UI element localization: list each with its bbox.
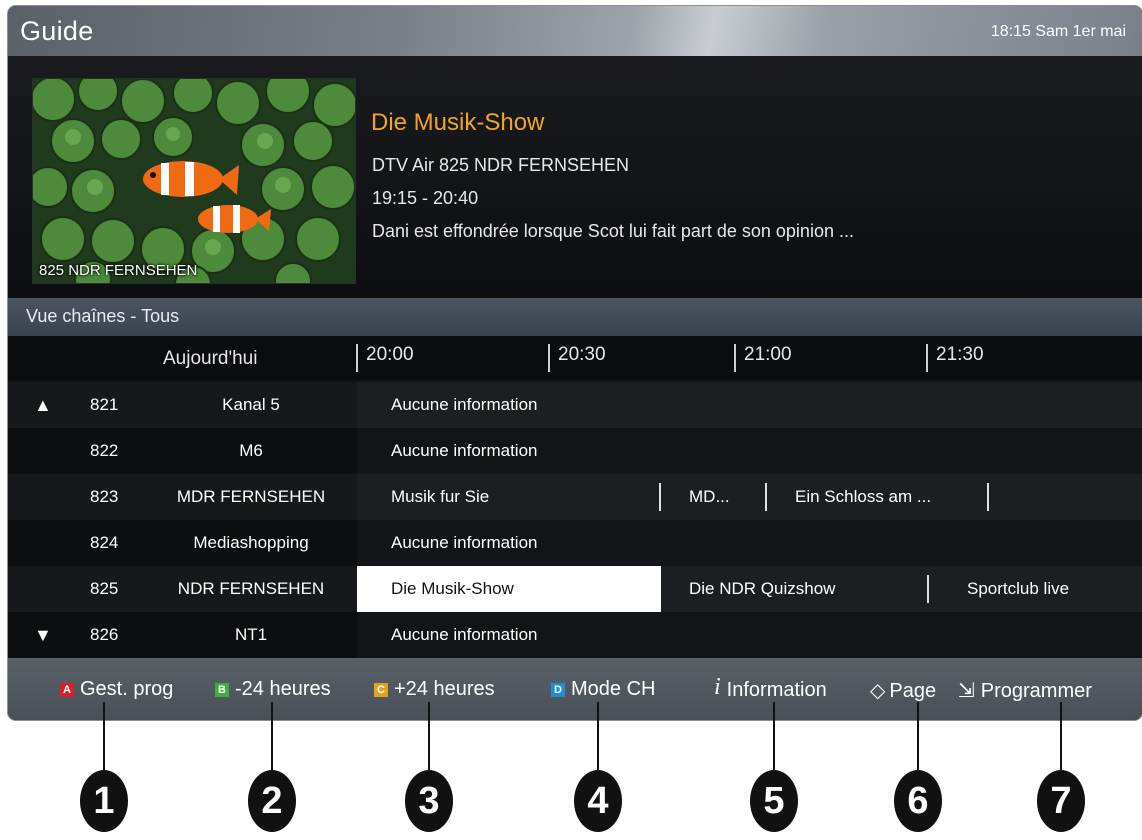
callout-badge: 7 bbox=[1037, 770, 1085, 832]
mode-ch-button[interactable]: D Mode CH bbox=[551, 678, 655, 701]
program-track: Aucune information bbox=[357, 520, 1142, 566]
program-divider bbox=[765, 483, 767, 511]
button-label: Mode CH bbox=[571, 678, 656, 700]
channel-name: NDR FERNSEHEN bbox=[177, 579, 325, 598]
channel-name: M6 bbox=[239, 441, 263, 460]
program-track: Aucune information bbox=[357, 428, 1142, 474]
today-label: Aujourd'hui bbox=[163, 348, 258, 369]
channel-number: 825 bbox=[90, 579, 119, 598]
program-cell[interactable]: Die NDR Quizshow bbox=[689, 566, 835, 612]
program-info-panel: 825 NDR FERNSEHEN Die Musik-Show DTV Air… bbox=[8, 56, 1142, 298]
callout-line bbox=[428, 702, 430, 770]
scroll-down-icon[interactable]: ▼ bbox=[34, 625, 52, 646]
program-divider bbox=[927, 575, 929, 603]
program-channel-info: DTV Air 825 NDR FERNSEHEN bbox=[372, 155, 630, 175]
program-cell[interactable]: Musik fur Sie bbox=[391, 474, 489, 520]
program-description: Dani est effondrée lorsque Scot lui fait… bbox=[372, 221, 854, 241]
scroll-up-icon[interactable]: ▲ bbox=[34, 395, 52, 416]
program-time-range: 19:15 - 20:40 bbox=[372, 188, 479, 208]
channel-row[interactable]: 824 Mediashopping Aucune information bbox=[8, 520, 1142, 566]
program-cell[interactable]: Ein Schloss am ... bbox=[795, 474, 931, 520]
callout-line bbox=[1060, 702, 1062, 770]
program-track: Die Musik-Show Die NDR Quizshow Sportclu… bbox=[357, 566, 1142, 612]
time-slot: 20:30 bbox=[548, 344, 606, 372]
enter-icon: ⇲ bbox=[958, 680, 975, 702]
channel-name: MDR FERNSEHEN bbox=[176, 487, 326, 506]
program-track: Aucune information bbox=[357, 612, 1142, 658]
callout-badge: 3 bbox=[405, 770, 453, 832]
callout-line bbox=[271, 702, 273, 770]
clock: 18:15 Sam 1er mai bbox=[990, 23, 1126, 40]
program-cell-selected[interactable]: Die Musik-Show bbox=[357, 566, 661, 612]
program-cell[interactable]: Sportclub live bbox=[967, 566, 1069, 612]
program-track: Aucune information bbox=[357, 382, 1142, 428]
title-bar: Guide 18:15 Sam 1er mai bbox=[8, 6, 1142, 56]
channel-number: 821 bbox=[90, 395, 119, 414]
channel-name: Kanal 5 bbox=[222, 395, 280, 414]
channel-row-selected[interactable]: 825 NDR FERNSEHEN Die Musik-Show Die NDR… bbox=[8, 566, 1142, 612]
callout-badge: 1 bbox=[80, 770, 128, 832]
channel-number: 823 bbox=[90, 487, 119, 506]
plus-24h-button[interactable]: C +24 heures bbox=[374, 678, 495, 701]
red-a-key-icon: A bbox=[60, 683, 74, 697]
info-icon: i bbox=[714, 674, 721, 700]
tv-guide-screen: Guide 18:15 Sam 1er mai 825 NDR FERNSEHE… bbox=[8, 6, 1142, 720]
channel-number: 822 bbox=[90, 441, 119, 460]
program-cell[interactable]: Aucune information bbox=[391, 382, 537, 428]
callout-badge: 6 bbox=[894, 770, 942, 832]
program-cell[interactable]: Aucune information bbox=[391, 428, 537, 474]
channel-row[interactable]: ▲ 821 Kanal 5 Aucune information bbox=[8, 382, 1142, 428]
channel-row[interactable]: 823 MDR FERNSEHEN Musik fur Sie MD... Ei… bbox=[8, 474, 1142, 520]
button-label: Information bbox=[726, 679, 827, 701]
button-label: +24 heures bbox=[394, 678, 495, 700]
button-label: -24 heures bbox=[235, 678, 331, 700]
callout-badge: 5 bbox=[750, 770, 798, 832]
channel-number: 826 bbox=[90, 625, 119, 644]
preview-channel-label: 825 NDR FERNSEHEN bbox=[39, 262, 198, 279]
time-slot: 21:00 bbox=[734, 344, 792, 372]
program-title: Die Musik-Show bbox=[371, 109, 545, 136]
blue-d-key-icon: D bbox=[551, 683, 565, 697]
timeline-header: Aujourd'hui 20:00 20:30 21:00 21:30 bbox=[8, 336, 1142, 380]
page-title: Guide bbox=[20, 16, 94, 46]
programmer-button[interactable]: ⇲ Programmer bbox=[958, 678, 1092, 703]
page-updown-icon: ◇ bbox=[870, 680, 886, 702]
callout-badge: 4 bbox=[574, 770, 622, 832]
button-guide-bar: A Gest. prog B -24 heures C +24 heures D Mod… bbox=[8, 658, 1142, 720]
callout-line bbox=[103, 702, 105, 770]
program-cell[interactable]: MD... bbox=[689, 474, 730, 520]
button-label: Programmer bbox=[980, 680, 1092, 702]
program-track: Musik fur Sie MD... Ein Schloss am ... bbox=[357, 474, 1142, 520]
channel-view-bar[interactable]: Vue chaînes - Tous bbox=[8, 298, 1142, 336]
program-divider bbox=[659, 483, 661, 511]
program-divider bbox=[987, 483, 989, 511]
channel-row[interactable]: ▼ 826 NT1 Aucune information bbox=[8, 612, 1142, 658]
channel-number: 824 bbox=[90, 533, 119, 552]
channel-row[interactable]: 822 M6 Aucune information bbox=[8, 428, 1142, 474]
clownfish-image bbox=[33, 79, 355, 283]
minus-24h-button[interactable]: B -24 heures bbox=[215, 678, 331, 701]
channel-view-label: Vue chaînes - Tous bbox=[26, 306, 180, 326]
program-cell[interactable]: Aucune information bbox=[391, 612, 537, 658]
green-b-key-icon: B bbox=[215, 683, 229, 697]
program-cell[interactable]: Aucune information bbox=[391, 520, 537, 566]
page-button[interactable]: ◇ Page bbox=[870, 678, 936, 703]
button-label: Gest. prog bbox=[80, 678, 174, 700]
callout-line bbox=[917, 702, 919, 770]
callout-line bbox=[597, 702, 599, 770]
yellow-c-key-icon: C bbox=[374, 683, 388, 697]
gest-prog-button[interactable]: A Gest. prog bbox=[60, 678, 173, 701]
callout-badge: 2 bbox=[248, 770, 296, 832]
callout-line bbox=[773, 702, 775, 770]
information-button[interactable]: i Information bbox=[714, 674, 827, 701]
channel-name: Mediashopping bbox=[193, 533, 309, 552]
channel-name: NT1 bbox=[234, 625, 268, 644]
time-slot: 20:00 bbox=[356, 344, 414, 372]
button-label: Page bbox=[889, 680, 937, 702]
time-slot: 21:30 bbox=[926, 344, 984, 372]
channel-preview-thumbnail: 825 NDR FERNSEHEN bbox=[32, 78, 356, 284]
